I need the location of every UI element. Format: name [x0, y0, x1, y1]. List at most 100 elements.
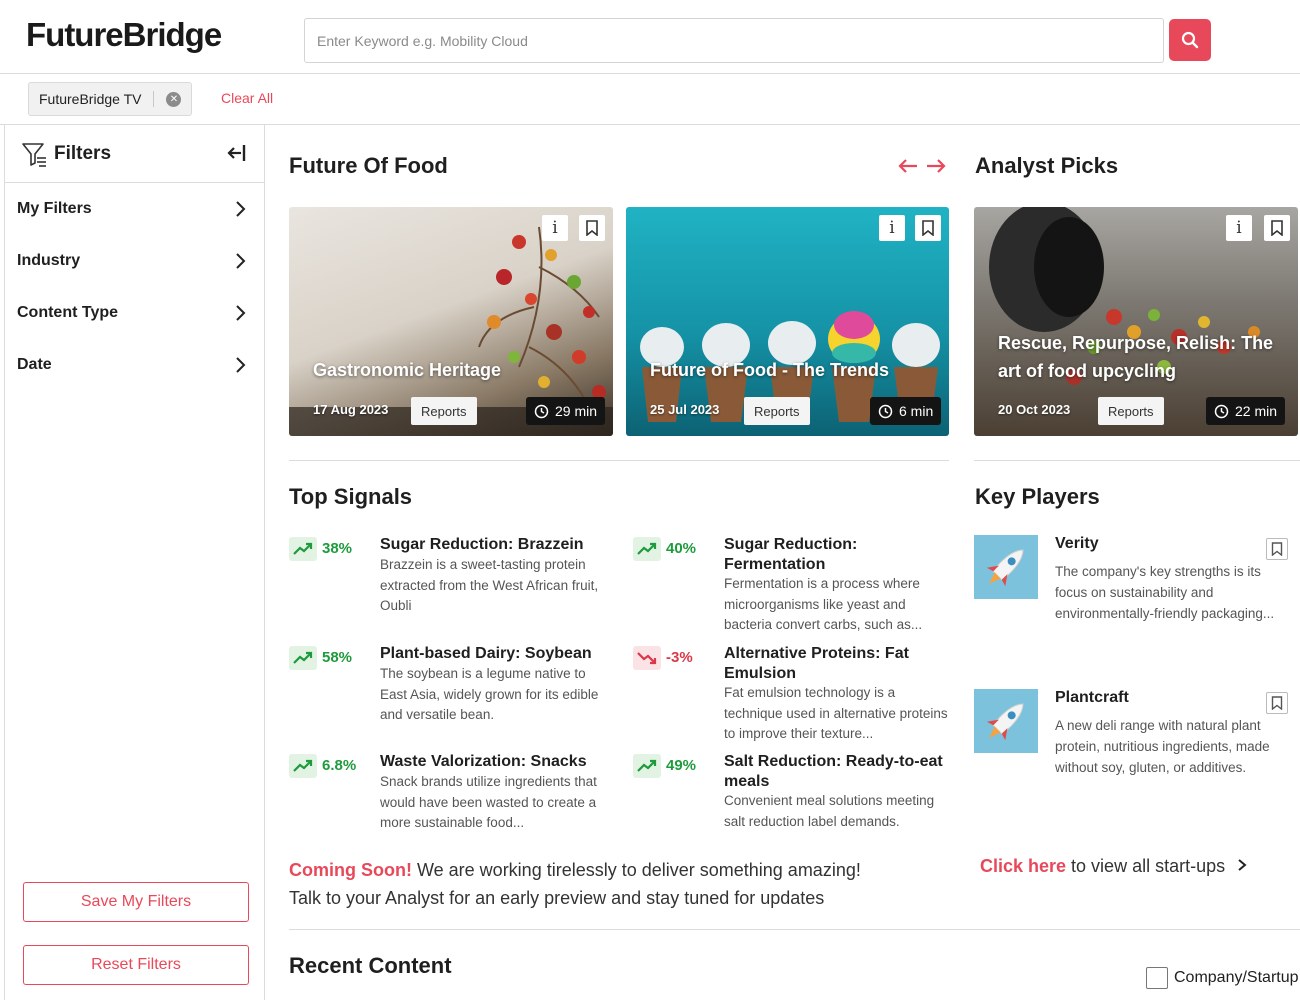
card-tag[interactable]: Reports — [411, 397, 477, 425]
trend-up-icon — [633, 537, 661, 561]
trend-up-icon — [289, 646, 317, 670]
recent-content-title: Recent Content — [289, 953, 452, 978]
card-title-line: Rescue, Repurpose, Relish: The — [998, 333, 1274, 353]
card-duration: 29 min — [526, 397, 606, 425]
clock-icon — [534, 404, 549, 418]
signal-title: Waste Valorization: Snacks — [380, 753, 587, 770]
coming-soon-subtext: Talk to your Analyst for an early previe… — [289, 888, 825, 908]
bookmark-button[interactable] — [915, 215, 941, 241]
rocket-icon — [974, 535, 1038, 599]
signal-description: Convenient meal solutions meeting salt r… — [724, 793, 935, 829]
search-icon — [1181, 31, 1199, 49]
click-here-text: Click here — [980, 856, 1067, 876]
company-startup-checkbox[interactable] — [1146, 967, 1168, 989]
clear-all-link[interactable]: Clear All — [221, 90, 273, 106]
sidebar-item-industry[interactable]: Industry — [5, 235, 264, 287]
divider — [289, 460, 949, 461]
info-button[interactable]: i — [542, 215, 568, 241]
sidebar-item-my-filters[interactable]: My Filters — [5, 183, 264, 235]
clock-icon — [878, 404, 893, 418]
info-button[interactable]: i — [1226, 215, 1252, 241]
divider — [974, 460, 1300, 461]
signal-description: The soybean is a legume native to East A… — [380, 666, 599, 722]
sidebar-item-date[interactable]: Date — [5, 339, 264, 391]
duration-text: 22 min — [1235, 403, 1278, 419]
player-name: Plantcraft — [1055, 689, 1129, 706]
chevron-right-icon — [236, 305, 246, 321]
remove-chip-icon[interactable]: ✕ — [166, 91, 182, 107]
logo[interactable]: FutureBridge — [26, 16, 222, 54]
card-title-line: art of food upcycling — [998, 361, 1176, 381]
carousel-arrows — [897, 155, 947, 182]
bookmark-button[interactable] — [1266, 538, 1288, 560]
sidebar-item-label: Industry — [17, 252, 81, 269]
signal-item[interactable]: 38% Sugar Reduction: Brazzein Brazzein i… — [289, 535, 609, 635]
duration-text: 6 min — [899, 403, 934, 419]
signal-item[interactable]: -3% Alternative Proteins: Fat Emulsion F… — [633, 644, 953, 744]
key-player-item[interactable]: Plantcraft A new deli range with natural… — [974, 689, 1294, 789]
card-tag[interactable]: Reports — [1098, 397, 1164, 425]
coming-soon-message: Coming Soon! We are working tirelessly t… — [289, 856, 861, 912]
signal-title: Salt Reduction: Ready-to-eat meals — [724, 753, 943, 790]
bookmark-icon — [922, 220, 934, 236]
signal-description: Fermentation is a process where microorg… — [724, 576, 923, 632]
arrow-left-icon[interactable] — [897, 155, 919, 182]
signal-percent: 38% — [322, 540, 353, 557]
bookmark-icon — [586, 220, 598, 236]
signal-title: Sugar Reduction: Brazzein — [380, 536, 584, 553]
search-input[interactable] — [305, 19, 1163, 62]
card-duration: 6 min — [870, 397, 942, 425]
sidebar-item-label: Date — [17, 356, 52, 373]
filter-chip: FutureBridge TV ✕ — [28, 82, 193, 116]
signal-item[interactable]: 58% Plant-based Dairy: Soybean The soybe… — [289, 644, 609, 744]
collapse-sidebar-icon[interactable] — [226, 143, 246, 163]
content-card[interactable]: i Gastronomic Heritage 17 Aug 2023 Repor… — [289, 207, 613, 436]
sidebar-item-content-type[interactable]: Content Type — [5, 287, 264, 339]
card-tag[interactable]: Reports — [744, 397, 810, 425]
bookmark-button[interactable] — [579, 215, 605, 241]
chevron-right-icon — [236, 357, 246, 373]
analyst-pick-card[interactable]: i Rescue, Repurpose, Relish: The art of … — [974, 207, 1298, 436]
bookmark-button[interactable] — [1266, 692, 1288, 714]
chevron-right-icon — [236, 201, 246, 217]
card-date: 17 Aug 2023 — [313, 402, 389, 417]
signal-percent: 49% — [666, 757, 697, 774]
key-player-item[interactable]: Verity The company's key strengths is it… — [974, 535, 1294, 635]
filters-title: Filters — [54, 143, 112, 164]
arrow-right-icon[interactable] — [925, 155, 947, 182]
save-filters-button[interactable]: Save My Filters — [23, 882, 249, 922]
active-filters-bar: FutureBridge TV ✕ Clear All — [0, 74, 1300, 125]
key-players-title: Key Players — [975, 484, 1100, 509]
signal-item[interactable]: 40% Sugar Reduction: Fermentation Fermen… — [633, 535, 953, 635]
top-header: FutureBridge — [0, 0, 1300, 74]
signal-item[interactable]: 49% Salt Reduction: Ready-to-eat meals C… — [633, 752, 953, 842]
filter-chip-label: FutureBridge TV — [39, 91, 142, 107]
signal-item[interactable]: 6.8% Waste Valorization: Snacks Snack br… — [289, 752, 609, 842]
rocket-icon — [974, 689, 1038, 753]
analyst-picks-title: Analyst Picks — [975, 153, 1119, 178]
card-title: Gastronomic Heritage — [313, 360, 502, 380]
card-title: Rescue, Repurpose, Relish: The art of fo… — [998, 329, 1273, 385]
sidebar-item-label: My Filters — [17, 200, 92, 217]
bookmark-icon — [1271, 542, 1283, 556]
trend-up-icon — [289, 537, 317, 561]
checkbox-label: Company/Startup — [1174, 969, 1299, 986]
reset-filters-button[interactable]: Reset Filters — [23, 945, 249, 985]
signal-percent: 40% — [666, 540, 697, 557]
trend-up-icon — [633, 754, 661, 778]
top-signals-title: Top Signals — [289, 484, 413, 509]
search-field[interactable] — [304, 18, 1164, 63]
signal-title: Plant-based Dairy: Soybean — [380, 645, 592, 662]
divider — [289, 929, 1300, 930]
search-button[interactable] — [1169, 19, 1211, 61]
signal-percent: 6.8% — [322, 757, 357, 774]
company-startup-filter[interactable]: Company/Startup — [1146, 967, 1299, 989]
trend-up-icon — [289, 754, 317, 778]
duration-text: 29 min — [555, 403, 598, 419]
player-description: A new deli range with natural plant prot… — [1055, 718, 1270, 775]
info-button[interactable]: i — [879, 215, 905, 241]
coming-soon-line: Coming Soon! We are working tirelessly t… — [289, 856, 861, 884]
content-card[interactable]: i Future of Food - The Trends 25 Jul 202… — [626, 207, 949, 436]
bookmark-button[interactable] — [1264, 215, 1290, 241]
view-all-startups-link[interactable]: Click here to view all start-ups — [980, 856, 1248, 877]
